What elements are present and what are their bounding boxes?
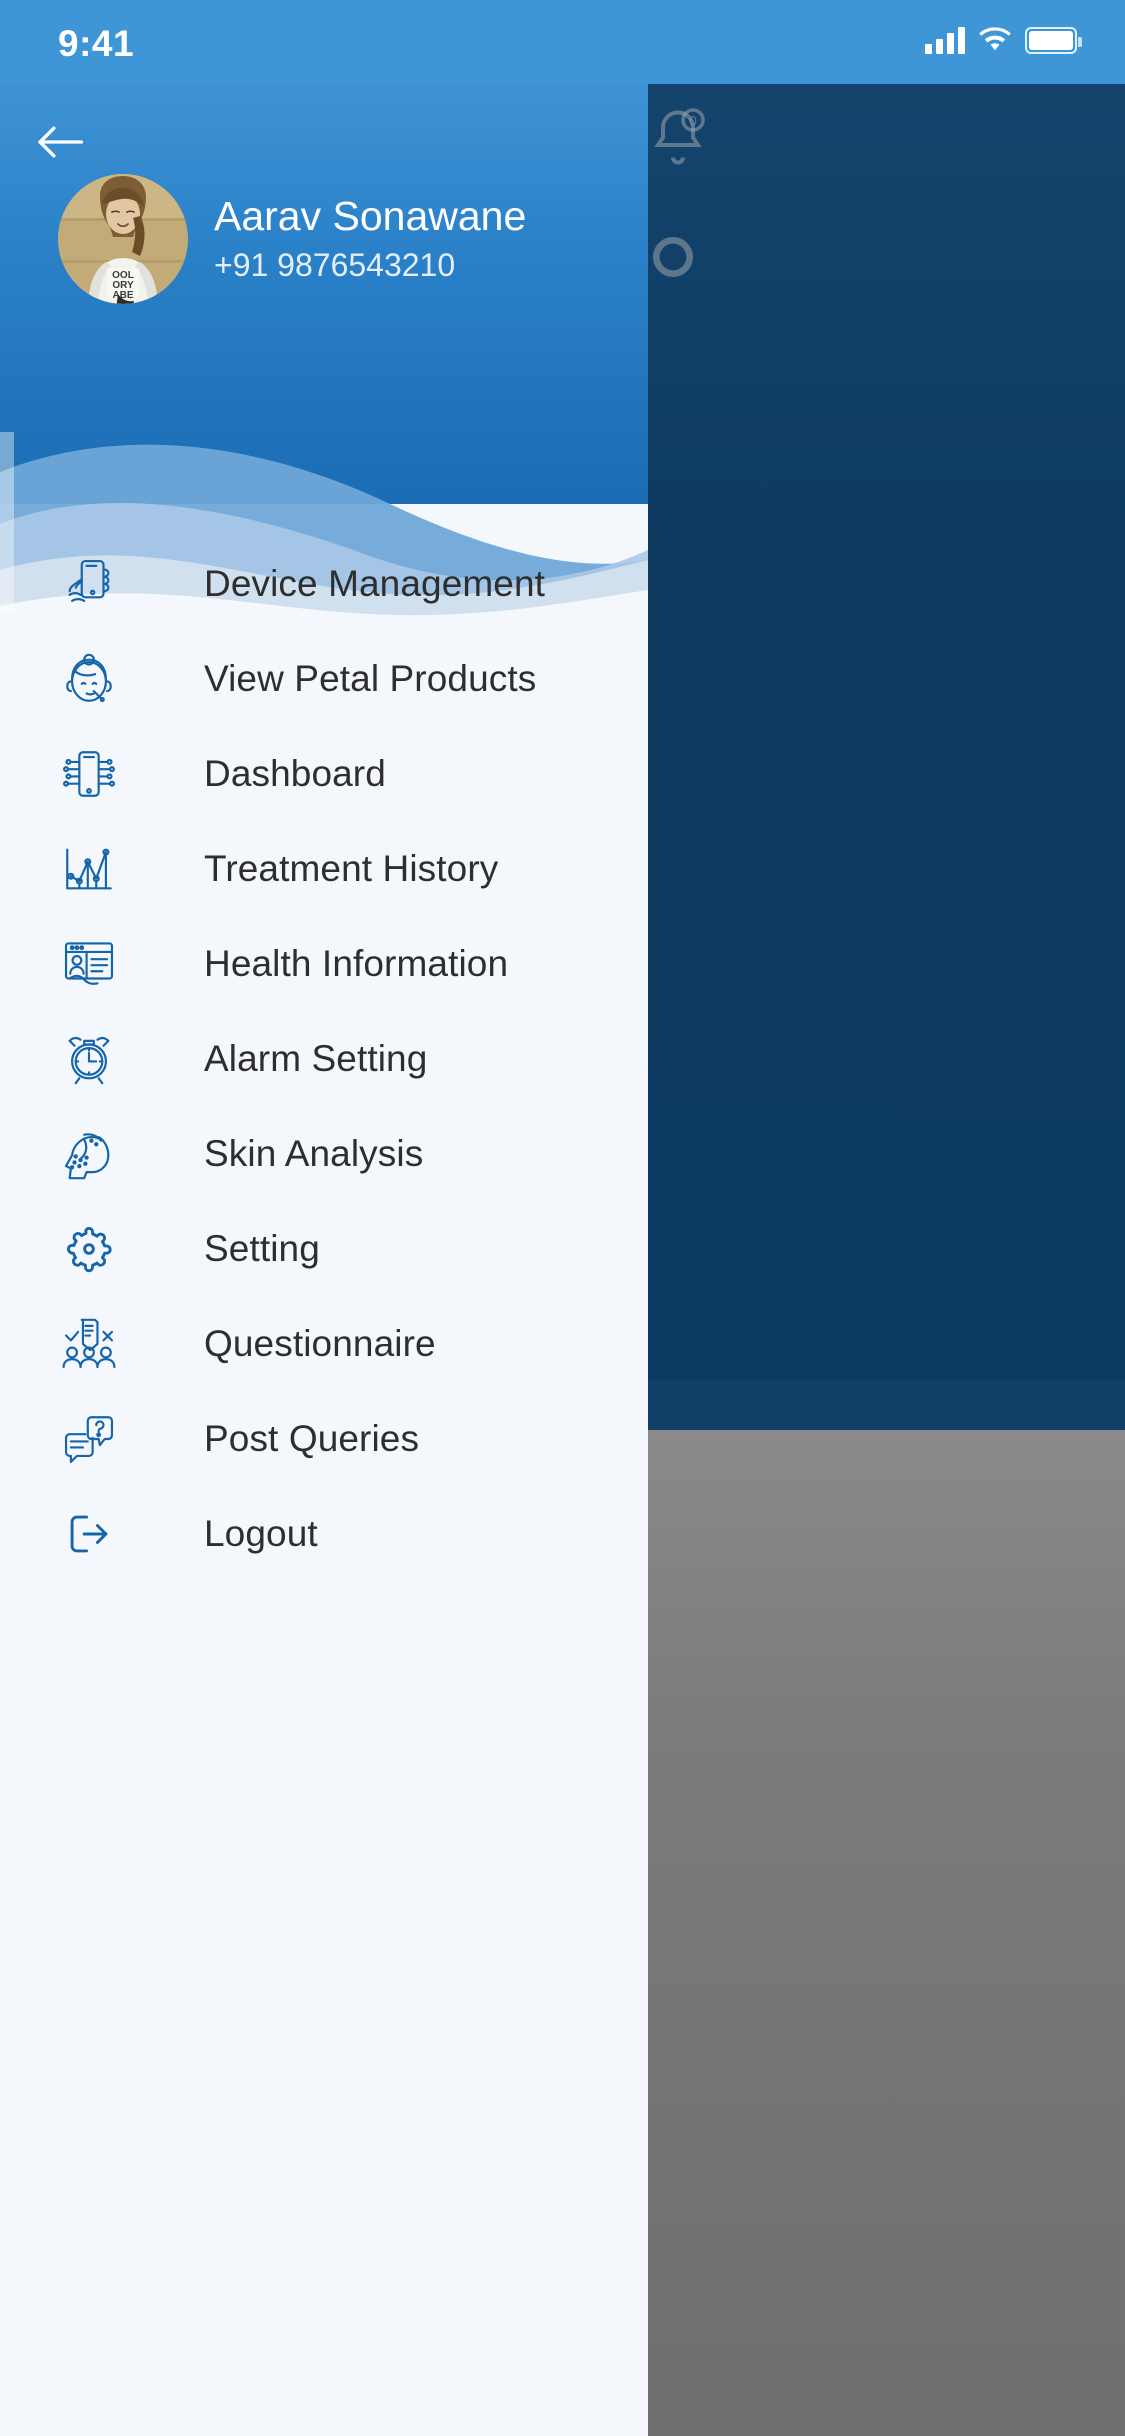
menu-item-post-queries[interactable]: Post Queries	[0, 1391, 648, 1486]
line-chart-icon	[56, 836, 122, 902]
menu-item-label: Logout	[204, 1512, 318, 1554]
alarm-clock-icon	[56, 1026, 122, 1092]
status-bar: 9:41	[0, 0, 1125, 84]
menu-item-setting[interactable]: Setting	[0, 1201, 648, 1296]
circle-button-icon[interactable]	[648, 232, 698, 282]
menu-item-label: Treatment History	[204, 847, 499, 889]
menu-item-label: Questionnaire	[204, 1322, 436, 1364]
menu-item-treatment-history[interactable]: Treatment History	[0, 821, 648, 916]
cellular-signal-icon	[925, 26, 965, 54]
back-button[interactable]	[24, 106, 96, 178]
status-bar-time: 9:41	[58, 23, 135, 64]
wifi-icon	[979, 26, 1011, 54]
menu-item-dashboard[interactable]: Dashboard	[0, 726, 648, 821]
face-profile-skin-icon	[56, 1121, 122, 1187]
avatar[interactable]: OOL ORY ABE	[58, 174, 188, 304]
menu-item-label: Device Management	[204, 562, 546, 604]
hand-holding-phone-icon	[56, 551, 122, 617]
chat-question-icon	[56, 1406, 122, 1472]
logout-arrow-icon	[56, 1501, 122, 1567]
status-bar-indicators	[925, 26, 1082, 54]
profile-phone: +91 9876543210	[214, 247, 456, 284]
battery-icon	[1025, 26, 1082, 54]
menu-item-label: Dashboard	[204, 752, 386, 794]
profile-block[interactable]: OOL ORY ABE Aarav Sonawane +91 987654321…	[58, 174, 526, 304]
face-beauty-icon	[56, 646, 122, 712]
navigation-drawer: OOL ORY ABE Aarav Sonawane +91 987654321…	[0, 84, 648, 2436]
drawer-menu: Device Management View Petal Products Da…	[0, 536, 648, 1581]
menu-item-label: Skin Analysis	[204, 1132, 424, 1174]
menu-item-label: Post Queries	[204, 1417, 420, 1459]
menu-item-view-petal-products[interactable]: View Petal Products	[0, 631, 648, 726]
menu-item-health-information[interactable]: Health Information	[0, 916, 648, 1011]
app-screen: 0 9:41 OOL ORY ABE Aarav Sonawane +91 98…	[0, 0, 1125, 2436]
menu-item-skin-analysis[interactable]: Skin Analysis	[0, 1106, 648, 1201]
profile-name: Aarav Sonawane	[214, 192, 527, 239]
smartphone-circuit-icon	[56, 741, 122, 807]
gear-icon	[56, 1216, 122, 1282]
menu-item-label: View Petal Products	[204, 657, 537, 699]
menu-item-alarm-setting[interactable]: Alarm Setting	[0, 1011, 648, 1106]
menu-item-label: Alarm Setting	[204, 1037, 428, 1079]
notification-bell-icon[interactable]: 0	[648, 105, 708, 171]
survey-people-icon	[56, 1311, 122, 1377]
menu-item-logout[interactable]: Logout	[0, 1486, 648, 1581]
menu-item-label: Setting	[204, 1227, 320, 1269]
profile-text: Aarav Sonawane +91 9876543210	[214, 192, 527, 284]
profile-window-icon	[56, 931, 122, 997]
menu-item-label: Health Information	[204, 942, 509, 984]
menu-item-device-management[interactable]: Device Management	[0, 536, 648, 631]
menu-item-questionnaire[interactable]: Questionnaire	[0, 1296, 648, 1391]
svg-text:0: 0	[689, 114, 697, 129]
